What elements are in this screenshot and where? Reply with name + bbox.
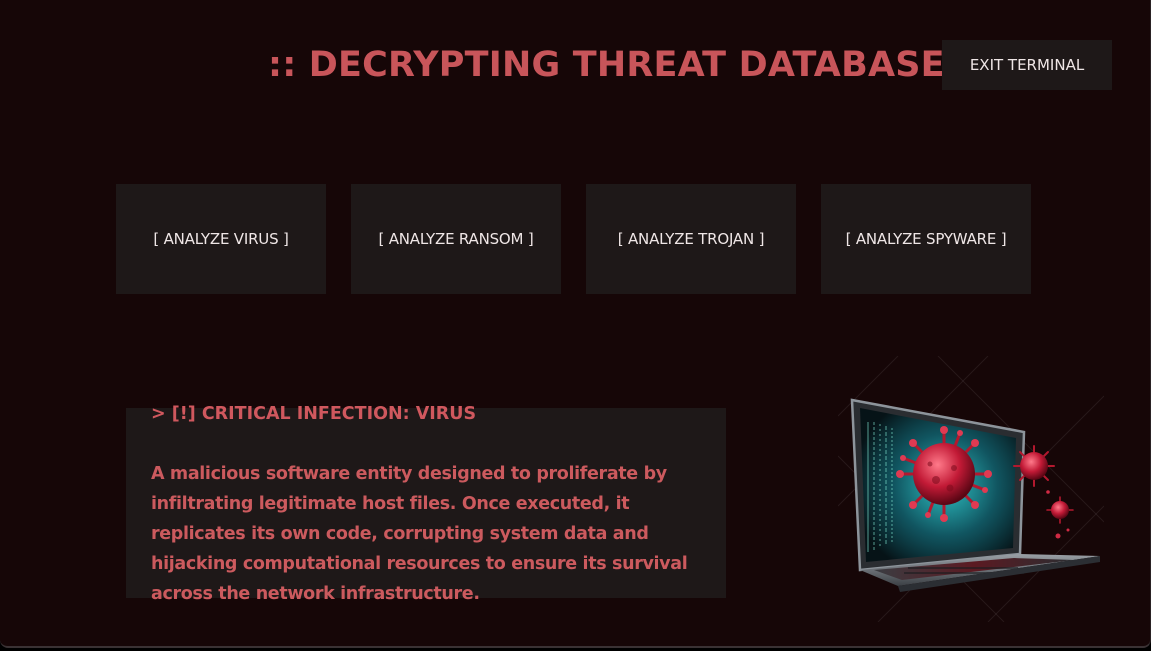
analyze-virus-button[interactable]: [ ANALYZE VIRUS ]: [116, 184, 326, 294]
terminal-window: :: DECRYPTING THREAT DATABASE :: EXIT TE…: [0, 0, 1151, 648]
page-title: :: DECRYPTING THREAT DATABASE ::: [268, 45, 986, 85]
analyze-spyware-button[interactable]: [ ANALYZE SPYWARE ]: [821, 184, 1031, 294]
analyze-trojan-button[interactable]: [ ANALYZE TROJAN ]: [586, 184, 796, 294]
analyze-ransom-button[interactable]: [ ANALYZE RANSOM ]: [351, 184, 561, 294]
threat-description: A malicious software entity designed to …: [151, 464, 688, 604]
laptop-virus-icon: [837, 355, 1105, 623]
threat-heading: > [!] CRITICAL INFECTION: VIRUS: [151, 404, 477, 424]
exit-terminal-button[interactable]: EXIT TERMINAL: [942, 40, 1112, 90]
